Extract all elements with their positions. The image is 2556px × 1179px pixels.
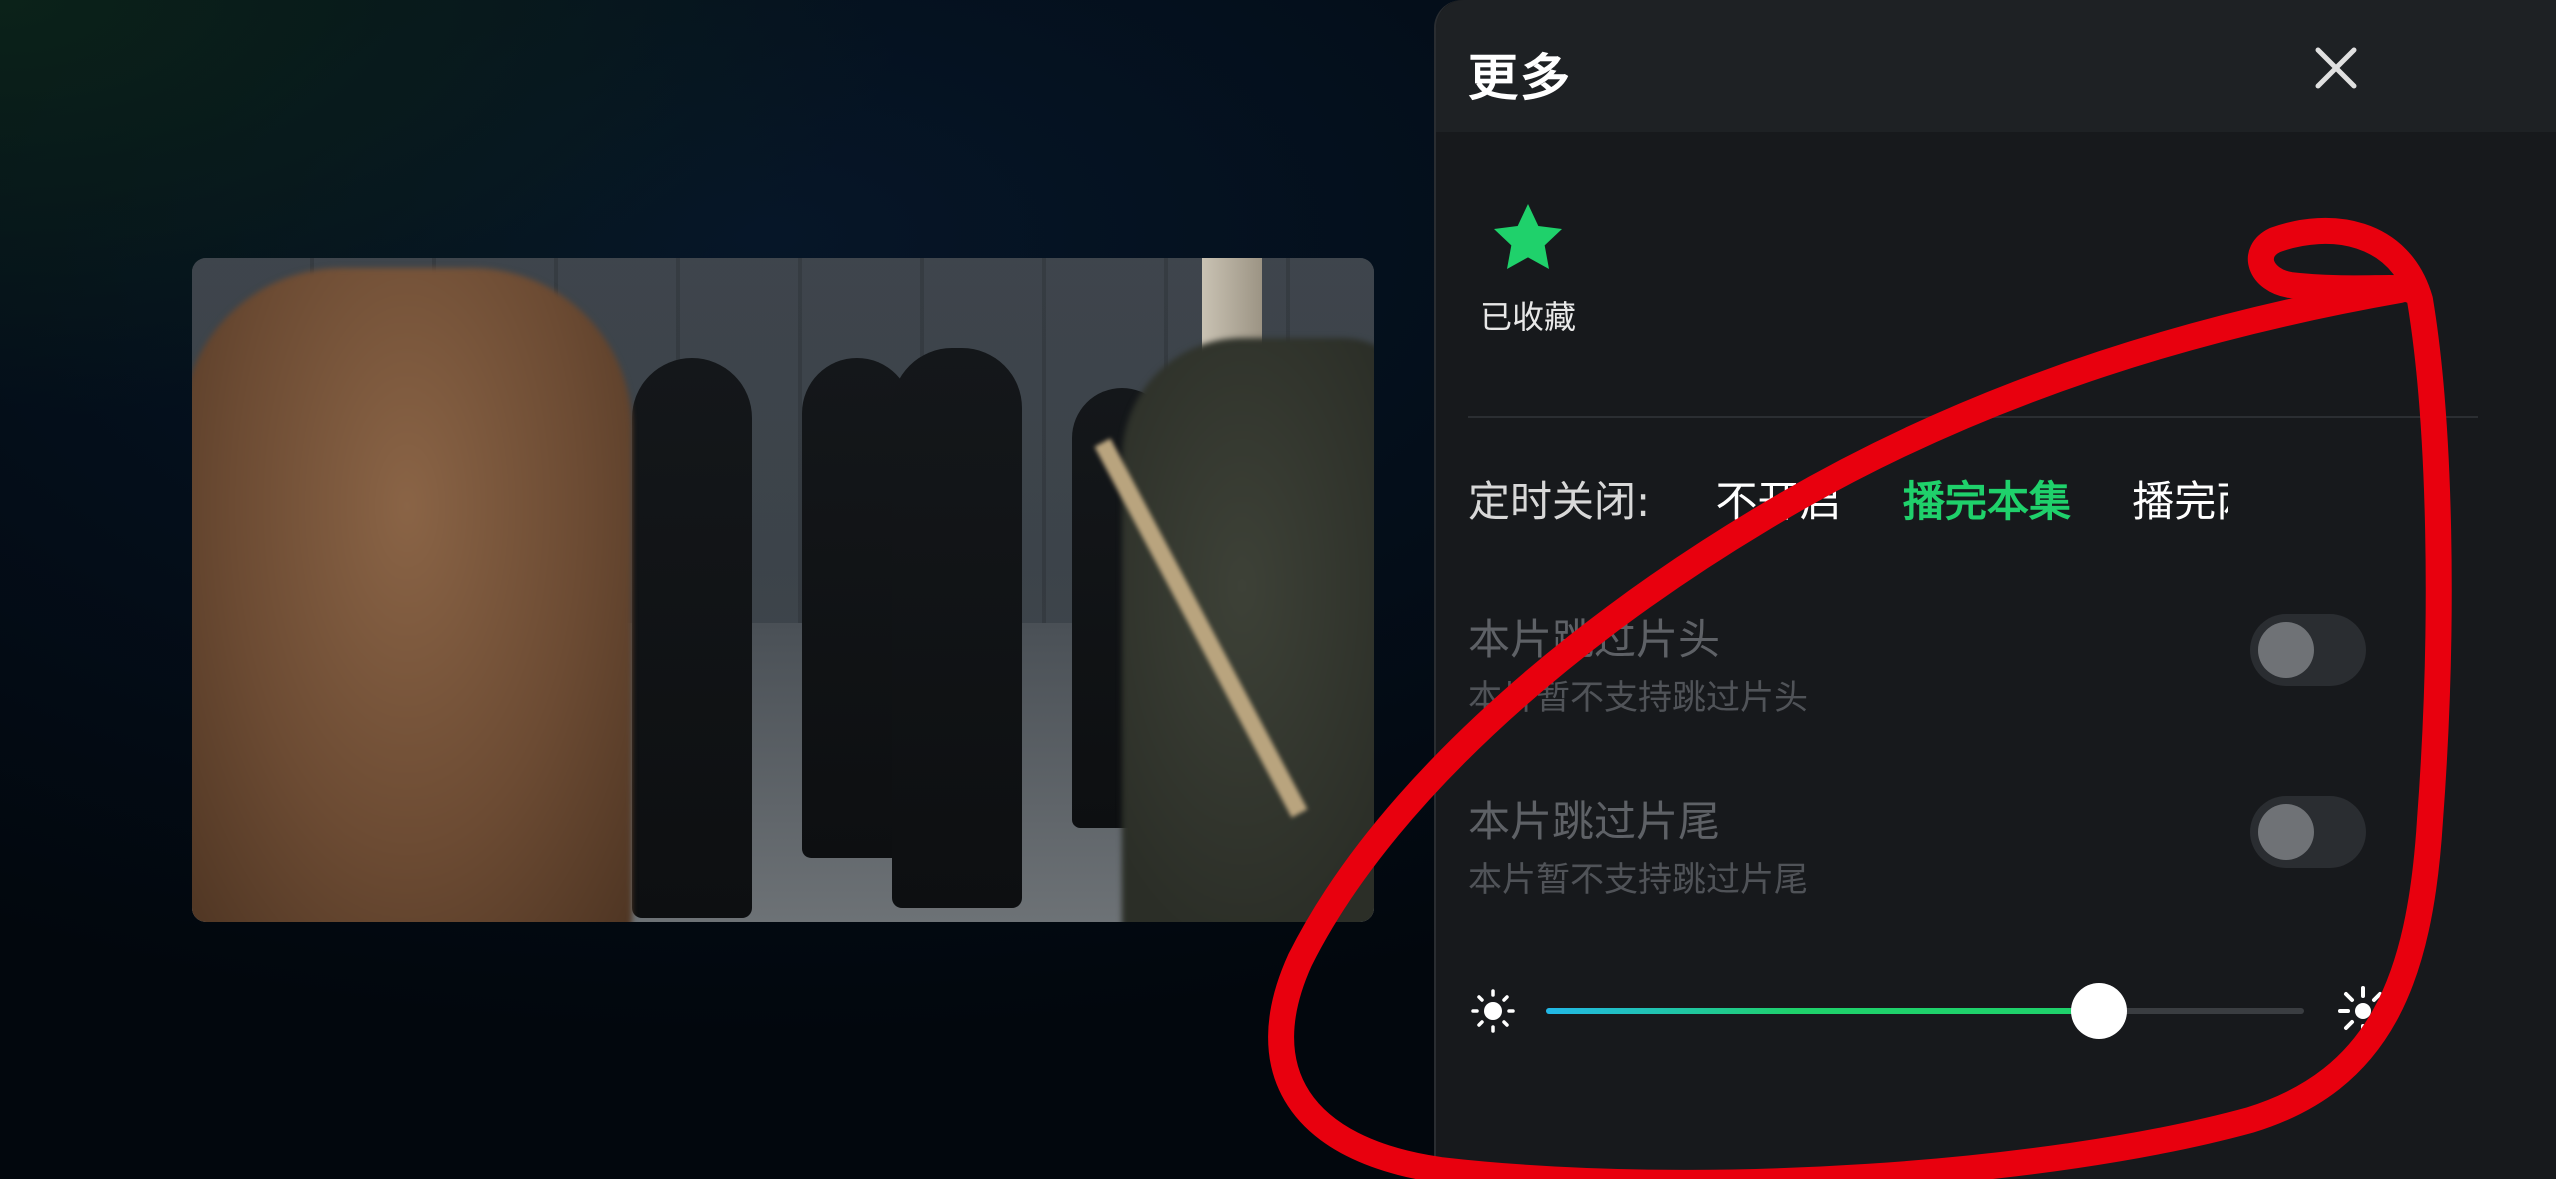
video-figure-officer-1 [632, 358, 752, 918]
video-figure-foreground-right [1122, 338, 1374, 922]
toggle-knob [2258, 804, 2314, 860]
sun-large-icon [2338, 986, 2388, 1036]
skip-outro-title: 本片跳过片尾 [1468, 797, 1721, 846]
skip-intro-title: 本片跳过片头 [1468, 615, 1721, 664]
timer-option-off[interactable]: 不开启 [1716, 468, 1842, 528]
skip-intro-toggle[interactable] [2250, 614, 2366, 686]
timer-option-this-episode[interactable]: 播完本集 [1903, 468, 2071, 528]
brightness-fill [1546, 1008, 2100, 1014]
close-icon [2315, 47, 2357, 89]
skip-intro-subtitle: 本片暂不支持跳过片头 [1468, 678, 1808, 718]
toggle-knob [2258, 622, 2314, 678]
skip-outro-subtitle: 本片暂不支持跳过片尾 [1468, 860, 1808, 900]
timer-option-two-episodes[interactable]: 播完两集 [2132, 468, 2228, 528]
brightness-track[interactable] [1546, 983, 2304, 1039]
skip-outro-toggle[interactable] [2250, 796, 2366, 868]
video-figure-foreground-left [192, 268, 632, 922]
favorite-button[interactable]: 已收藏 [1468, 198, 1588, 338]
screen: 更多 已收藏 定时关闭: 不开启 播完本集 播完两集 30 本片跳过片头 [0, 0, 2556, 1179]
more-panel: 更多 已收藏 定时关闭: 不开启 播完本集 播完两集 30 本片跳过片头 [1434, 0, 2556, 1179]
brightness-slider-row [1468, 976, 2478, 1046]
video-player[interactable] [192, 258, 1374, 922]
video-figure-officer-3 [892, 348, 1022, 908]
skip-outro-setting: 本片跳过片尾 本片暂不支持跳过片尾 [1468, 788, 2478, 908]
sun-small-icon [1471, 989, 1515, 1033]
sleep-timer-label: 定时关闭: [1468, 477, 1651, 526]
divider [1468, 416, 2478, 418]
close-button[interactable] [2308, 40, 2364, 96]
sleep-timer-row: 定时关闭: 不开启 播完本集 播完两集 30 [1468, 468, 2228, 528]
panel-header: 更多 [1436, 0, 2556, 132]
star-icon [1494, 204, 1562, 269]
panel-title: 更多 [1468, 49, 1572, 107]
skip-intro-setting: 本片跳过片头 本片暂不支持跳过片头 [1468, 606, 2478, 726]
favorite-label: 已收藏 [1479, 298, 1576, 336]
brightness-thumb[interactable] [2071, 983, 2128, 1039]
